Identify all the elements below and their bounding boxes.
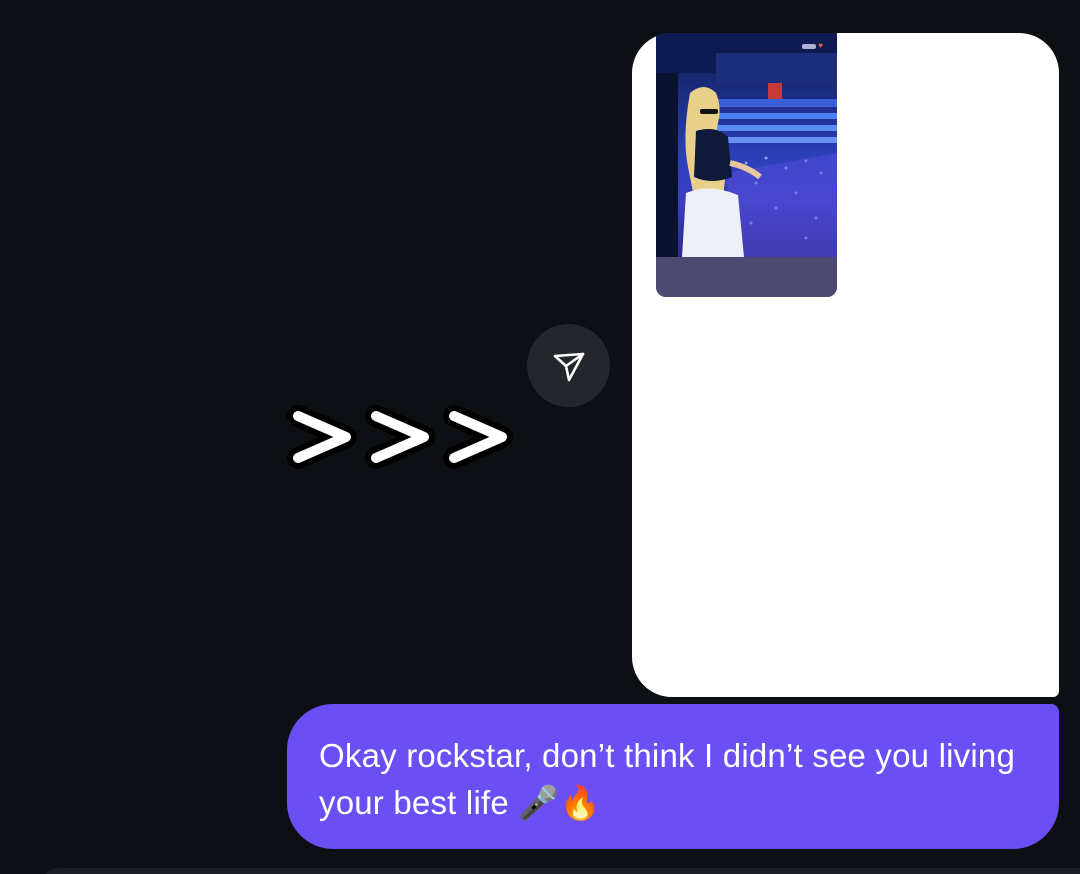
chevrons-sticker — [280, 392, 516, 482]
story-reaction-badge: ♥ — [802, 41, 823, 51]
story-footer — [656, 257, 837, 297]
heart-icon: ♥ — [818, 41, 823, 50]
paper-plane-icon — [553, 352, 584, 381]
share-button[interactable] — [527, 324, 610, 407]
badge-bar — [802, 43, 817, 49]
story-preview-image: ♥ — [656, 33, 837, 257]
message-text: Okay rockstar, don’t think I didn’t see … — [319, 737, 1016, 821]
composer-bar[interactable] — [40, 868, 1080, 874]
story-preview[interactable]: ♥ — [656, 33, 837, 297]
shared-story-card[interactable]: ♥ — [632, 33, 1059, 697]
message-bubble[interactable]: Okay rockstar, don’t think I didn’t see … — [287, 704, 1059, 849]
chat-thread: ♥ Okay rockstar, don’t think I didn’t se… — [0, 0, 1080, 874]
